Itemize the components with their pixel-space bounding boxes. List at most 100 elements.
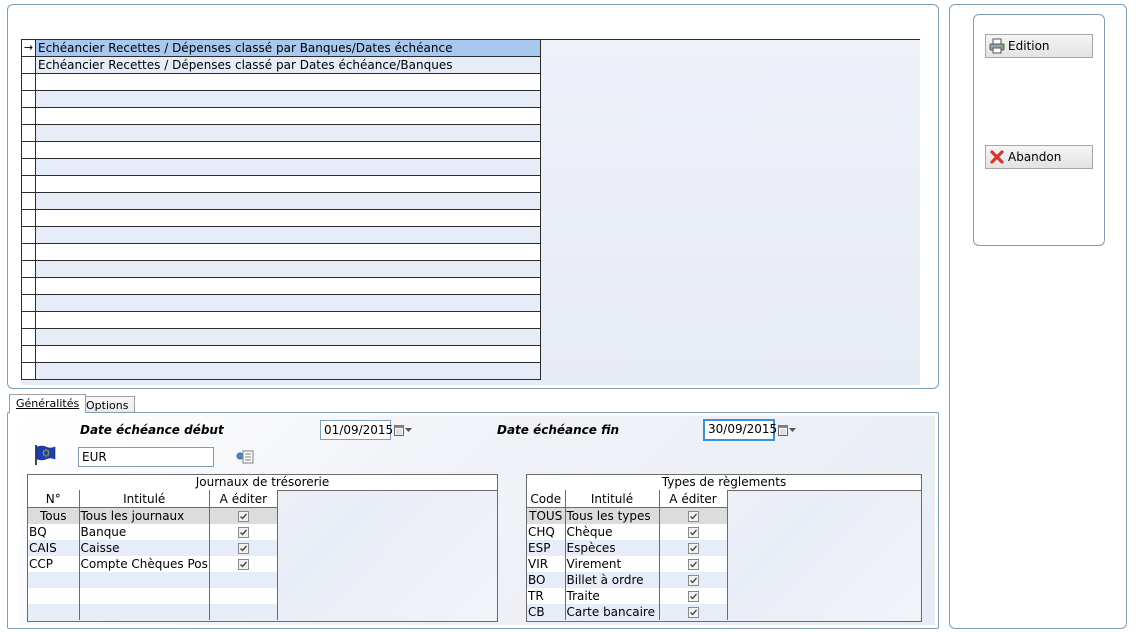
table-row[interactable]: TOUS Tous les types	[527, 507, 728, 524]
column-header[interactable]: Intitulé	[79, 490, 210, 508]
column-header[interactable]: Intitulé	[565, 490, 660, 508]
code-cell: Tous	[28, 507, 80, 524]
checkmark-icon	[689, 577, 697, 584]
report-row[interactable]	[21, 311, 541, 329]
table-row[interactable]	[28, 604, 278, 620]
code-cell: VIR	[527, 556, 566, 572]
edit-checkbox[interactable]	[237, 511, 249, 522]
currency-list-icon[interactable]	[236, 449, 254, 465]
row-indicator	[21, 192, 36, 210]
chevron-down-icon	[789, 427, 796, 432]
edit-checkbox[interactable]	[687, 575, 699, 586]
edit-checkbox[interactable]	[687, 591, 699, 602]
report-row[interactable]	[21, 107, 541, 125]
column-header[interactable]: Code	[527, 490, 566, 508]
report-row[interactable]	[21, 226, 541, 244]
report-row[interactable]	[21, 175, 541, 193]
checkmark-icon	[689, 593, 697, 600]
abandon-button[interactable]: Abandon	[985, 145, 1093, 169]
date-debut-label: Date échéance début	[80, 423, 224, 437]
table-row[interactable]	[28, 588, 278, 604]
table-row[interactable]: VIR Virement	[527, 556, 728, 572]
label-cell	[79, 572, 210, 588]
table-row[interactable]	[28, 572, 278, 588]
date-fin-picker[interactable]	[778, 423, 800, 437]
table-row[interactable]: CAIS Caisse	[28, 540, 278, 556]
printer-icon	[989, 38, 1005, 54]
label-cell: Tous les journaux	[79, 507, 210, 524]
edit-cell	[659, 507, 728, 524]
edit-checkbox[interactable]	[687, 543, 699, 554]
table-row[interactable]: BQ Banque	[28, 524, 278, 540]
column-header[interactable]: A éditer	[659, 490, 728, 508]
report-row[interactable]: Echéancier Recettes / Dépenses classé pa…	[21, 56, 541, 74]
table-row[interactable]: ESP Espèces	[527, 540, 728, 556]
report-label	[35, 107, 541, 125]
report-row[interactable]	[21, 192, 541, 210]
report-row[interactable]: → Echéancier Recettes / Dépenses classé p…	[21, 40, 541, 57]
edit-checkbox[interactable]	[237, 543, 249, 554]
table-row[interactable]: BO Billet à ordre	[527, 572, 728, 588]
report-label	[35, 158, 541, 176]
selected-row-arrow-icon: →	[21, 40, 36, 57]
row-indicator	[21, 243, 36, 261]
code-cell	[28, 588, 80, 604]
checkmark-icon	[689, 545, 697, 552]
edit-checkbox[interactable]	[687, 559, 699, 570]
date-debut-input[interactable]: 01/09/2015	[320, 420, 393, 440]
report-row[interactable]	[21, 243, 541, 261]
code-cell: CAIS	[28, 540, 80, 556]
report-row[interactable]	[21, 124, 541, 142]
edition-button[interactable]: Edition	[985, 34, 1093, 58]
journaux-grid: Journaux de trésorerie N° Intitulé A édite…	[27, 474, 498, 622]
report-row[interactable]	[21, 362, 541, 380]
row-indicator	[21, 209, 36, 227]
column-header[interactable]: A éditer	[209, 490, 278, 508]
column-header[interactable]: N°	[28, 490, 80, 508]
report-label	[35, 294, 541, 312]
report-row[interactable]	[21, 158, 541, 176]
report-label	[35, 328, 541, 346]
report-row[interactable]	[21, 141, 541, 159]
code-cell	[28, 604, 80, 620]
report-row[interactable]	[21, 260, 541, 278]
label-cell: Banque	[79, 524, 210, 540]
report-row[interactable]	[21, 277, 541, 295]
journaux-caption: Journaux de trésorerie	[28, 475, 497, 491]
edit-checkbox[interactable]	[237, 527, 249, 538]
report-label	[35, 260, 541, 278]
edit-checkbox[interactable]	[687, 527, 699, 538]
label-cell	[79, 604, 210, 620]
row-indicator	[21, 175, 36, 193]
report-row[interactable]	[21, 90, 541, 108]
code-cell: CB	[527, 604, 566, 620]
table-row[interactable]: CB Carte bancaire	[527, 604, 728, 620]
row-indicator	[21, 260, 36, 278]
currency-input[interactable]: EUR	[78, 447, 214, 467]
table-row[interactable]: TR Traite	[527, 588, 728, 604]
report-row[interactable]	[21, 73, 541, 91]
date-fin-input[interactable]: 30/09/2015	[703, 419, 777, 441]
checkmark-icon	[689, 529, 697, 536]
label-cell: Traite	[565, 588, 660, 604]
label-cell: Compte Chèques Pos	[79, 556, 210, 572]
date-debut-picker[interactable]	[394, 423, 416, 437]
report-row[interactable]	[21, 328, 541, 346]
edit-cell	[209, 572, 278, 588]
report-row[interactable]	[21, 209, 541, 227]
reglements-table: Code Intitulé A éditer TOUS Tous les types CH…	[527, 490, 728, 620]
tab-generalites[interactable]: Généralités	[9, 394, 87, 413]
table-row[interactable]: CHQ Chèque	[527, 524, 728, 540]
report-row[interactable]	[21, 294, 541, 312]
report-label	[35, 73, 541, 91]
edit-checkbox[interactable]	[237, 559, 249, 570]
table-row[interactable]: CCP Compte Chèques Pos	[28, 556, 278, 572]
label-cell	[79, 588, 210, 604]
code-cell: TR	[527, 588, 566, 604]
report-row[interactable]	[21, 345, 541, 363]
edit-checkbox[interactable]	[687, 607, 699, 618]
row-indicator	[21, 311, 36, 329]
edit-checkbox[interactable]	[687, 511, 699, 522]
table-row[interactable]: Tous Tous les journaux	[28, 507, 278, 524]
tab-options[interactable]: Options	[79, 396, 136, 413]
